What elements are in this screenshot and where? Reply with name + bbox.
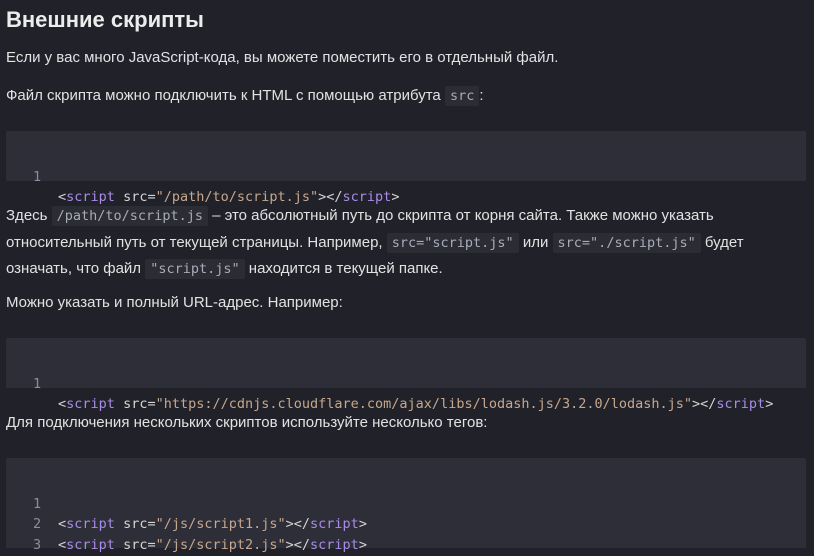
paragraph-src-attr: Файл скрипта можно подключить к HTML с п… xyxy=(6,83,808,110)
code-block-2: 1 <script src="https://cdnjs.cloudflare.… xyxy=(6,338,806,413)
line-number: 1 xyxy=(33,168,42,185)
paragraph-paths: Здесь /path/to/script.js – это абсолютны… xyxy=(6,206,744,279)
code-line: 3 … xyxy=(6,514,806,553)
line-number: 1 xyxy=(33,375,42,392)
code-line: 2 <script src="/js/script2.js"></script> xyxy=(6,494,806,553)
inline-code: src="script.js" xyxy=(386,232,519,253)
paragraph-multiple: Для подключения нескольких скриптов испо… xyxy=(6,414,488,431)
line-number: 3 xyxy=(33,536,42,553)
inline-code: /path/to/script.js xyxy=(51,206,208,226)
code-block-3: 1 <script src="/js/script1.js"></script>… xyxy=(6,458,806,553)
code-line: 1 <script src="/js/script1.js"></script> xyxy=(6,473,806,533)
inline-code: src xyxy=(444,86,480,106)
code-text: <script src="/js/script2.js"></script> xyxy=(58,536,367,553)
text: : xyxy=(479,87,484,104)
section-heading: Внешние скрипты xyxy=(6,7,204,32)
inline-code: src="./script.js" xyxy=(552,232,701,253)
code-block-1: 1 <script src="/path/to/script.js"></scr… xyxy=(6,131,806,206)
paragraph-url: Можно указать и полный URL-адрес. Наприм… xyxy=(6,294,343,311)
code-line: 1 <script src="/path/to/script.js"></scr… xyxy=(6,146,806,206)
paragraph-intro: Если у вас много JavaScript-кода, вы мож… xyxy=(6,49,559,66)
inline-code: "script.js" xyxy=(145,259,245,279)
code-line: 1 <script src="https://cdnjs.cloudflare.… xyxy=(6,353,806,413)
text: Файл скрипта можно подключить к HTML с п… xyxy=(6,87,441,104)
